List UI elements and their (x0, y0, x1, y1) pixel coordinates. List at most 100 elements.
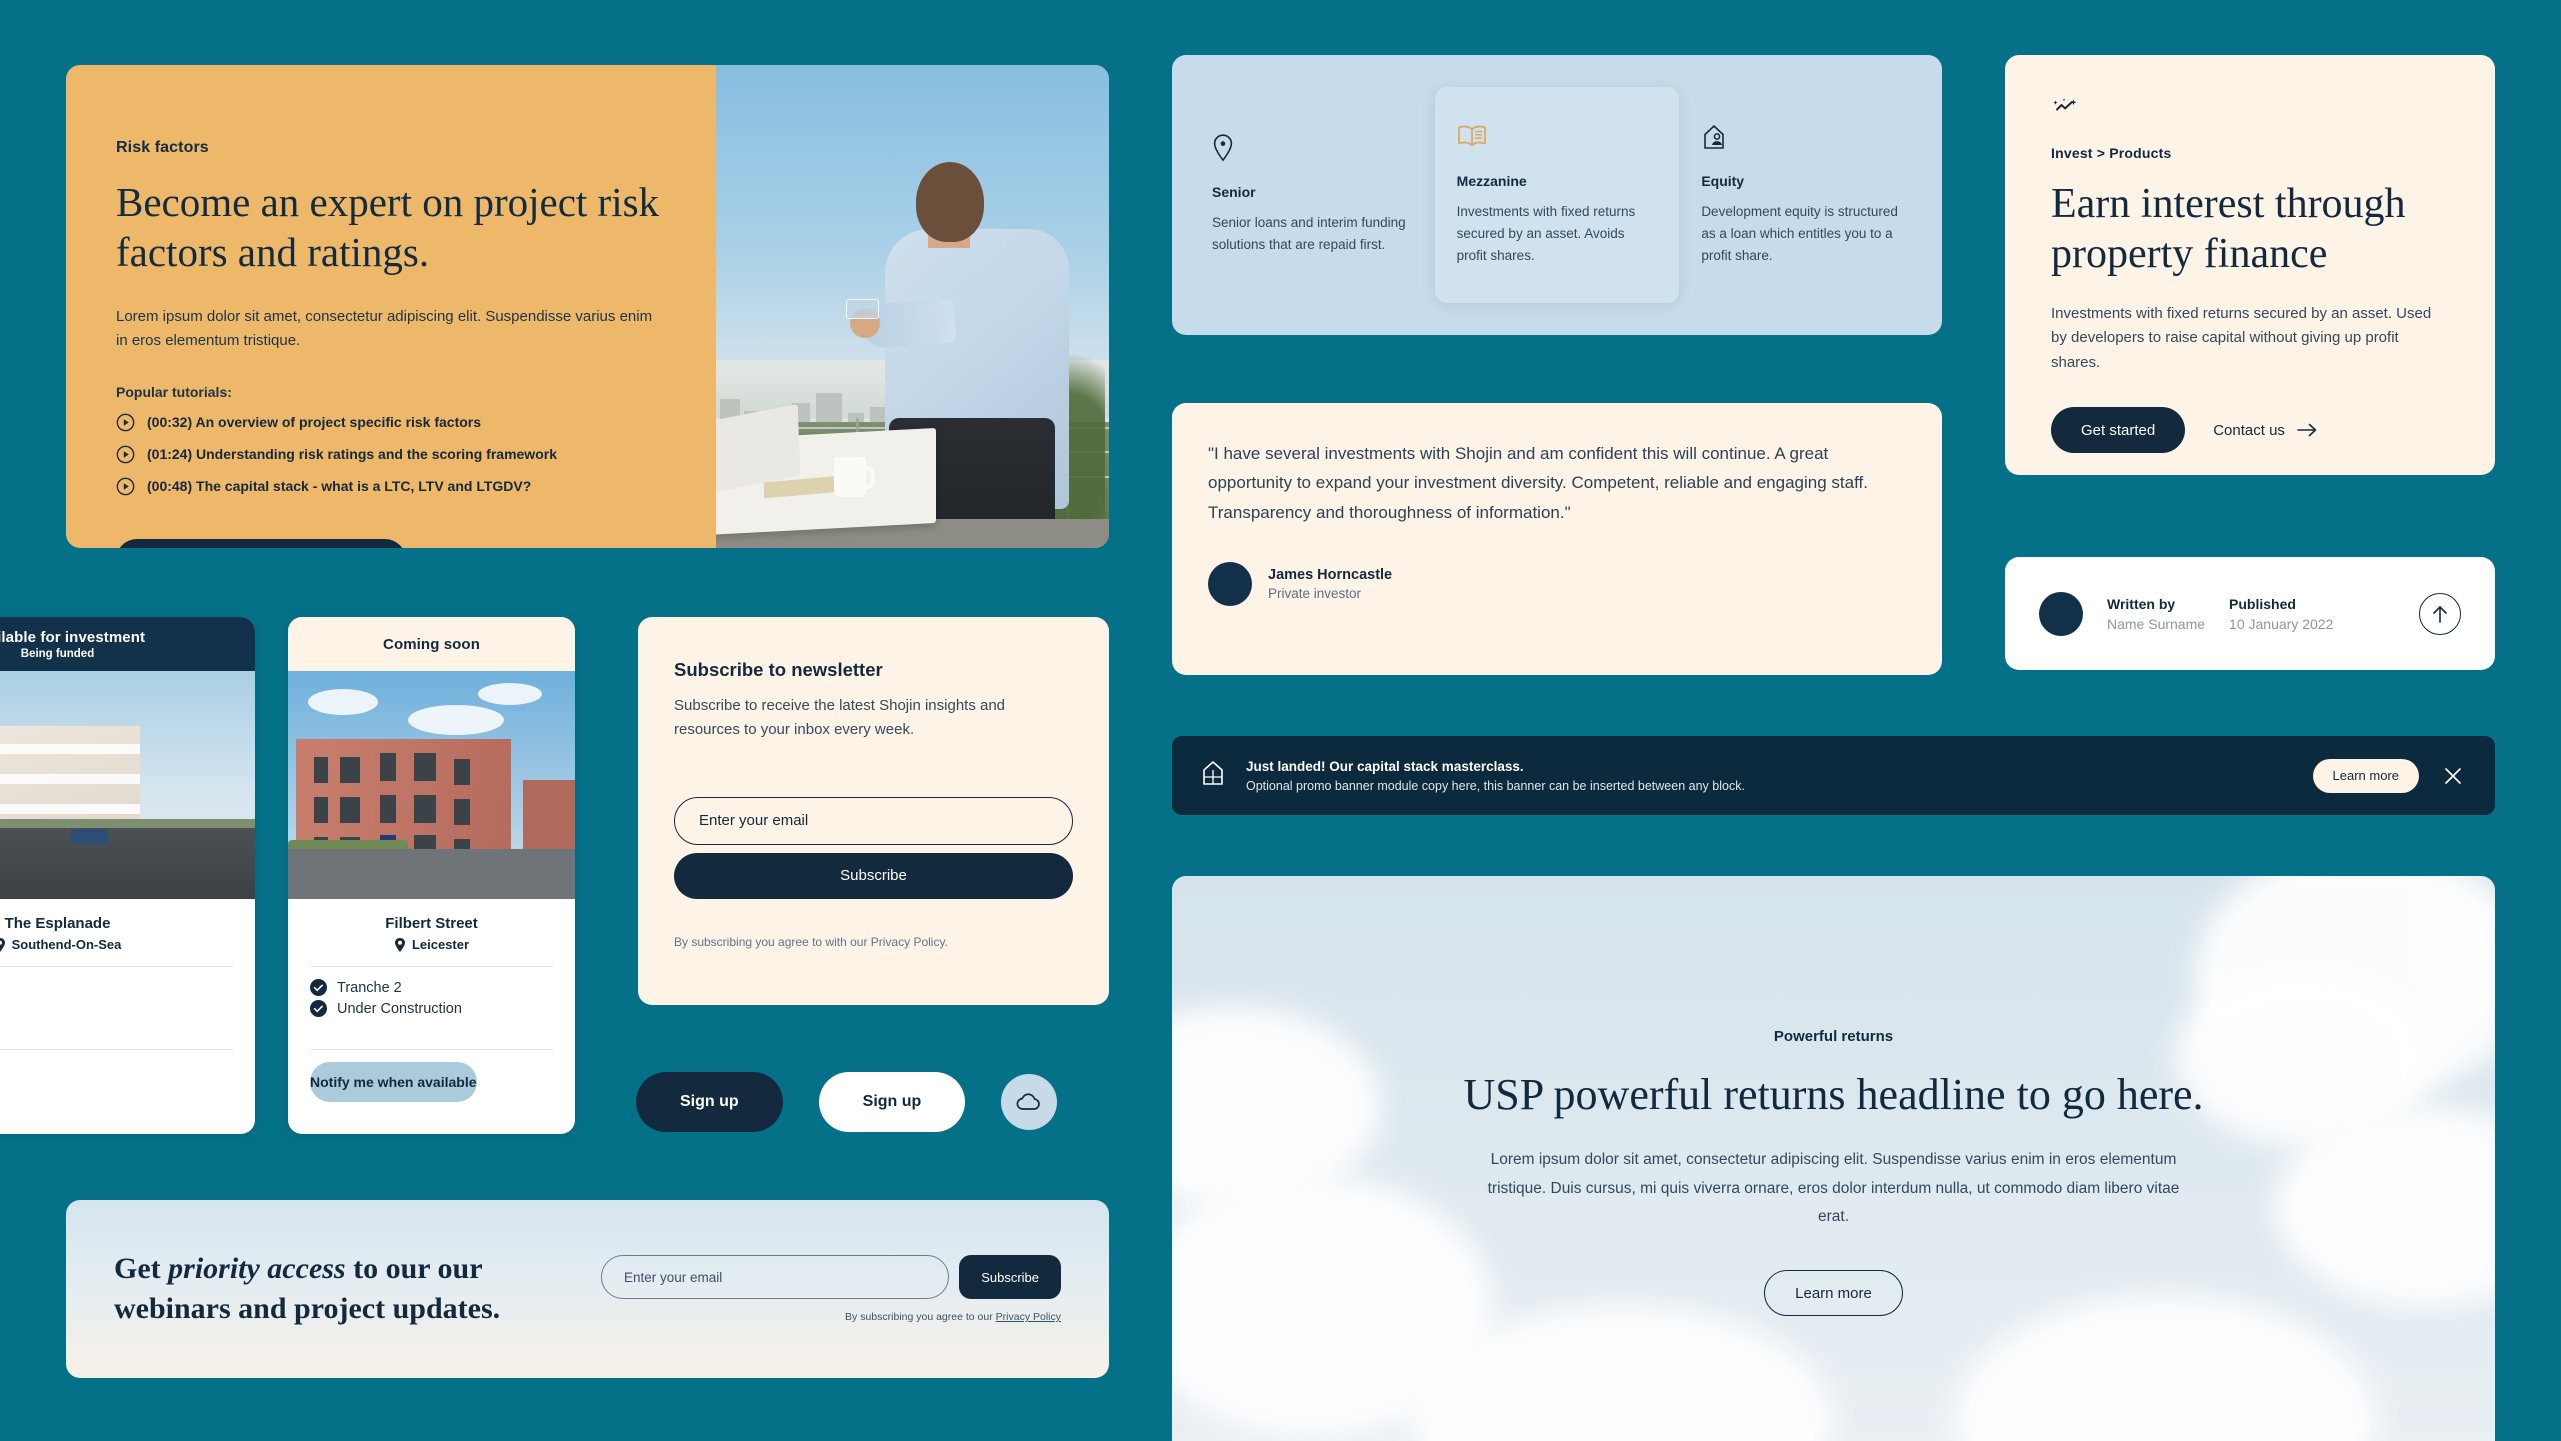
property-name: Filbert Street (385, 915, 478, 932)
promo-text: Just landed! Our capital stack mastercla… (1246, 759, 1745, 793)
tranche-name: Mezzanine (1456, 173, 1527, 190)
promo-title: Just landed! Our capital stack mastercla… (1246, 758, 1524, 774)
breadcrumb: Invest > Products (2051, 145, 2172, 161)
property-image (0, 671, 255, 899)
published-value: 10 January 2022 (2229, 615, 2334, 632)
arrow-right-icon (2297, 423, 2317, 437)
usp-learn-more-button[interactable]: Learn more (1764, 1270, 1903, 1317)
invest-actions: Get started Contact us (2051, 407, 2449, 454)
tutorial-item[interactable]: (01:24) Understanding risk ratings and t… (116, 445, 716, 464)
feature-item: Tranche 2 (310, 979, 553, 996)
written-by-block: Written by Name Surname (2107, 596, 2205, 632)
divider (0, 1049, 233, 1050)
property-location-label: Southend-On-Sea (11, 937, 122, 952)
tranche-option-mezzanine[interactable]: Mezzanine Investments with fixed returns… (1434, 87, 1680, 303)
priority-headline-pre: Get (114, 1252, 169, 1286)
tranche-option-equity[interactable]: Equity Development equity is structured … (1679, 93, 1924, 297)
testimonial-author-name: James Horncastle (1268, 567, 1393, 584)
promo-learn-more-button[interactable]: Learn more (2312, 758, 2419, 793)
avatar (2039, 591, 2083, 636)
property-image (288, 671, 575, 899)
property-body: Filbert Street Leicester Tranche 2 Under… (288, 899, 575, 1050)
arrow-up-icon (2433, 605, 2447, 623)
published-block: Published 10 January 2022 (2229, 596, 2333, 632)
newsletter-card: Subscribe to newsletter Subscribe to rec… (638, 617, 1109, 1005)
property-location: Leicester (310, 937, 553, 952)
tranche-options-card: Senior Senior loans and interim funding … (1172, 55, 1942, 335)
check-circle-icon (310, 1000, 327, 1017)
testimonial-author-role: Private investor (1268, 586, 1362, 602)
notify-me-button[interactable]: Notify me when available (310, 1062, 477, 1102)
map-pin-icon (394, 937, 405, 952)
play-circle-icon (116, 413, 135, 432)
close-icon[interactable] (2439, 762, 2467, 790)
hero-body: Lorem ipsum dolor sit amet, consectetur … (116, 308, 653, 350)
sparkle-chart-icon (2051, 97, 2449, 123)
get-started-button[interactable]: Get started (2051, 407, 2186, 454)
tutorial-item[interactable]: (00:32) An overview of project specific … (116, 413, 716, 432)
tutorial-label: (00:48) The capital stack - what is a LT… (147, 478, 532, 495)
feature-item: Funding now (0, 1000, 233, 1017)
signup-secondary-button[interactable]: Sign up (818, 1072, 966, 1132)
divider (310, 1049, 553, 1050)
usp-eyebrow: Powerful returns (1773, 1028, 1894, 1045)
usp-title: USP powerful returns headline to go here… (1463, 1070, 2204, 1119)
hero-text-column: Risk factors Become an expert on project… (66, 65, 716, 548)
author-card: Written by Name Surname Published 10 Jan… (2005, 557, 2495, 670)
promo-banner: Just landed! Our capital stack mastercla… (1172, 736, 2495, 815)
usp-content: Powerful returns USP powerful returns he… (1172, 876, 2495, 1317)
check-circle-icon (310, 979, 327, 996)
written-by-label: Written by (2107, 595, 2176, 612)
newsletter-email-input[interactable] (674, 796, 1073, 845)
priority-headline-emphasis: priority access (168, 1252, 346, 1286)
promo-subtitle: Optional promo banner module copy here, … (1246, 778, 1745, 793)
badge-subtitle: Being funded (20, 647, 95, 660)
privacy-policy-link[interactable]: Privacy Policy (996, 1311, 1061, 1323)
priority-fine-print: By subscribing you agree to our Privacy … (601, 1311, 1061, 1323)
feature-item: ISA eligible (0, 979, 233, 996)
newsletter-subtitle: Subscribe to receive the latest Shojin i… (674, 697, 1006, 739)
property-card[interactable]: Coming soon Filbert Street Leicester Tra… (288, 617, 575, 1134)
usp-body: Lorem ipsum dolor sit amet, consectetur … (1487, 1151, 2180, 1226)
newsletter-title: Subscribe to newsletter (674, 659, 883, 680)
map-pin-icon (1212, 134, 1413, 164)
play-circle-icon (116, 445, 135, 464)
invest-body: Investments with fixed returns secured b… (2051, 304, 2432, 371)
priority-form: Subscribe (601, 1255, 1061, 1299)
invest-products-card: Invest > Products Earn interest through … (2005, 55, 2495, 475)
scroll-to-top-button[interactable] (2419, 592, 2461, 635)
signup-primary-button[interactable]: Sign up (636, 1072, 783, 1132)
tranche-name: Equity (1701, 173, 1745, 190)
tutorial-label: (01:24) Understanding risk ratings and t… (147, 446, 557, 463)
priority-fine-text: By subscribing you agree to our (845, 1311, 996, 1323)
open-book-icon (1457, 123, 1658, 153)
tranche-name: Senior (1212, 184, 1256, 201)
newsletter-subscribe-button[interactable]: Subscribe (674, 852, 1073, 899)
tranche-option-senior[interactable]: Senior Senior loans and interim funding … (1190, 104, 1435, 286)
masterclass-button[interactable]: Full property investing masterclass (116, 538, 407, 548)
priority-headline: Get priority access to our our webinars … (114, 1249, 584, 1329)
property-card[interactable]: Available for investment Being funded Th… (0, 617, 255, 1134)
popular-tutorials-label: Popular tutorials: (116, 383, 232, 400)
tutorial-item[interactable]: (00:48) The capital stack - what is a LT… (116, 477, 716, 496)
hero-photo (716, 65, 1109, 548)
priority-subscribe-button[interactable]: Subscribe (959, 1255, 1061, 1299)
property-body: The Esplanade Southend-On-Sea ISA eligib… (0, 899, 255, 1050)
property-features: Tranche 2 Under Construction (310, 967, 553, 1035)
property-location: Southend-On-Sea (0, 937, 233, 952)
property-features: ISA eligible Funding now (0, 967, 233, 1035)
cloud-icon-button[interactable] (1001, 1074, 1058, 1130)
tranche-description: Senior loans and interim funding solutio… (1212, 215, 1406, 252)
property-status-badge: Coming soon (288, 617, 575, 671)
contact-us-link[interactable]: Contact us (2213, 422, 2317, 439)
tranche-description: Development equity is structured as a lo… (1701, 204, 1898, 263)
priority-email-input[interactable] (601, 1255, 950, 1299)
priority-access-section: Get priority access to our our webinars … (66, 1200, 1109, 1378)
newsletter-fine-print: By subscribing you agree to with our Pri… (674, 934, 948, 949)
feature-label: Under Construction (337, 1000, 462, 1017)
signup-button-row: Sign up Sign up (636, 1072, 1058, 1132)
cloud-icon (1016, 1093, 1041, 1110)
hero-title: Become an expert on project risk factors… (116, 179, 660, 276)
invest-title: Earn interest through property finance (2051, 181, 2406, 278)
property-name: The Esplanade (4, 915, 111, 932)
